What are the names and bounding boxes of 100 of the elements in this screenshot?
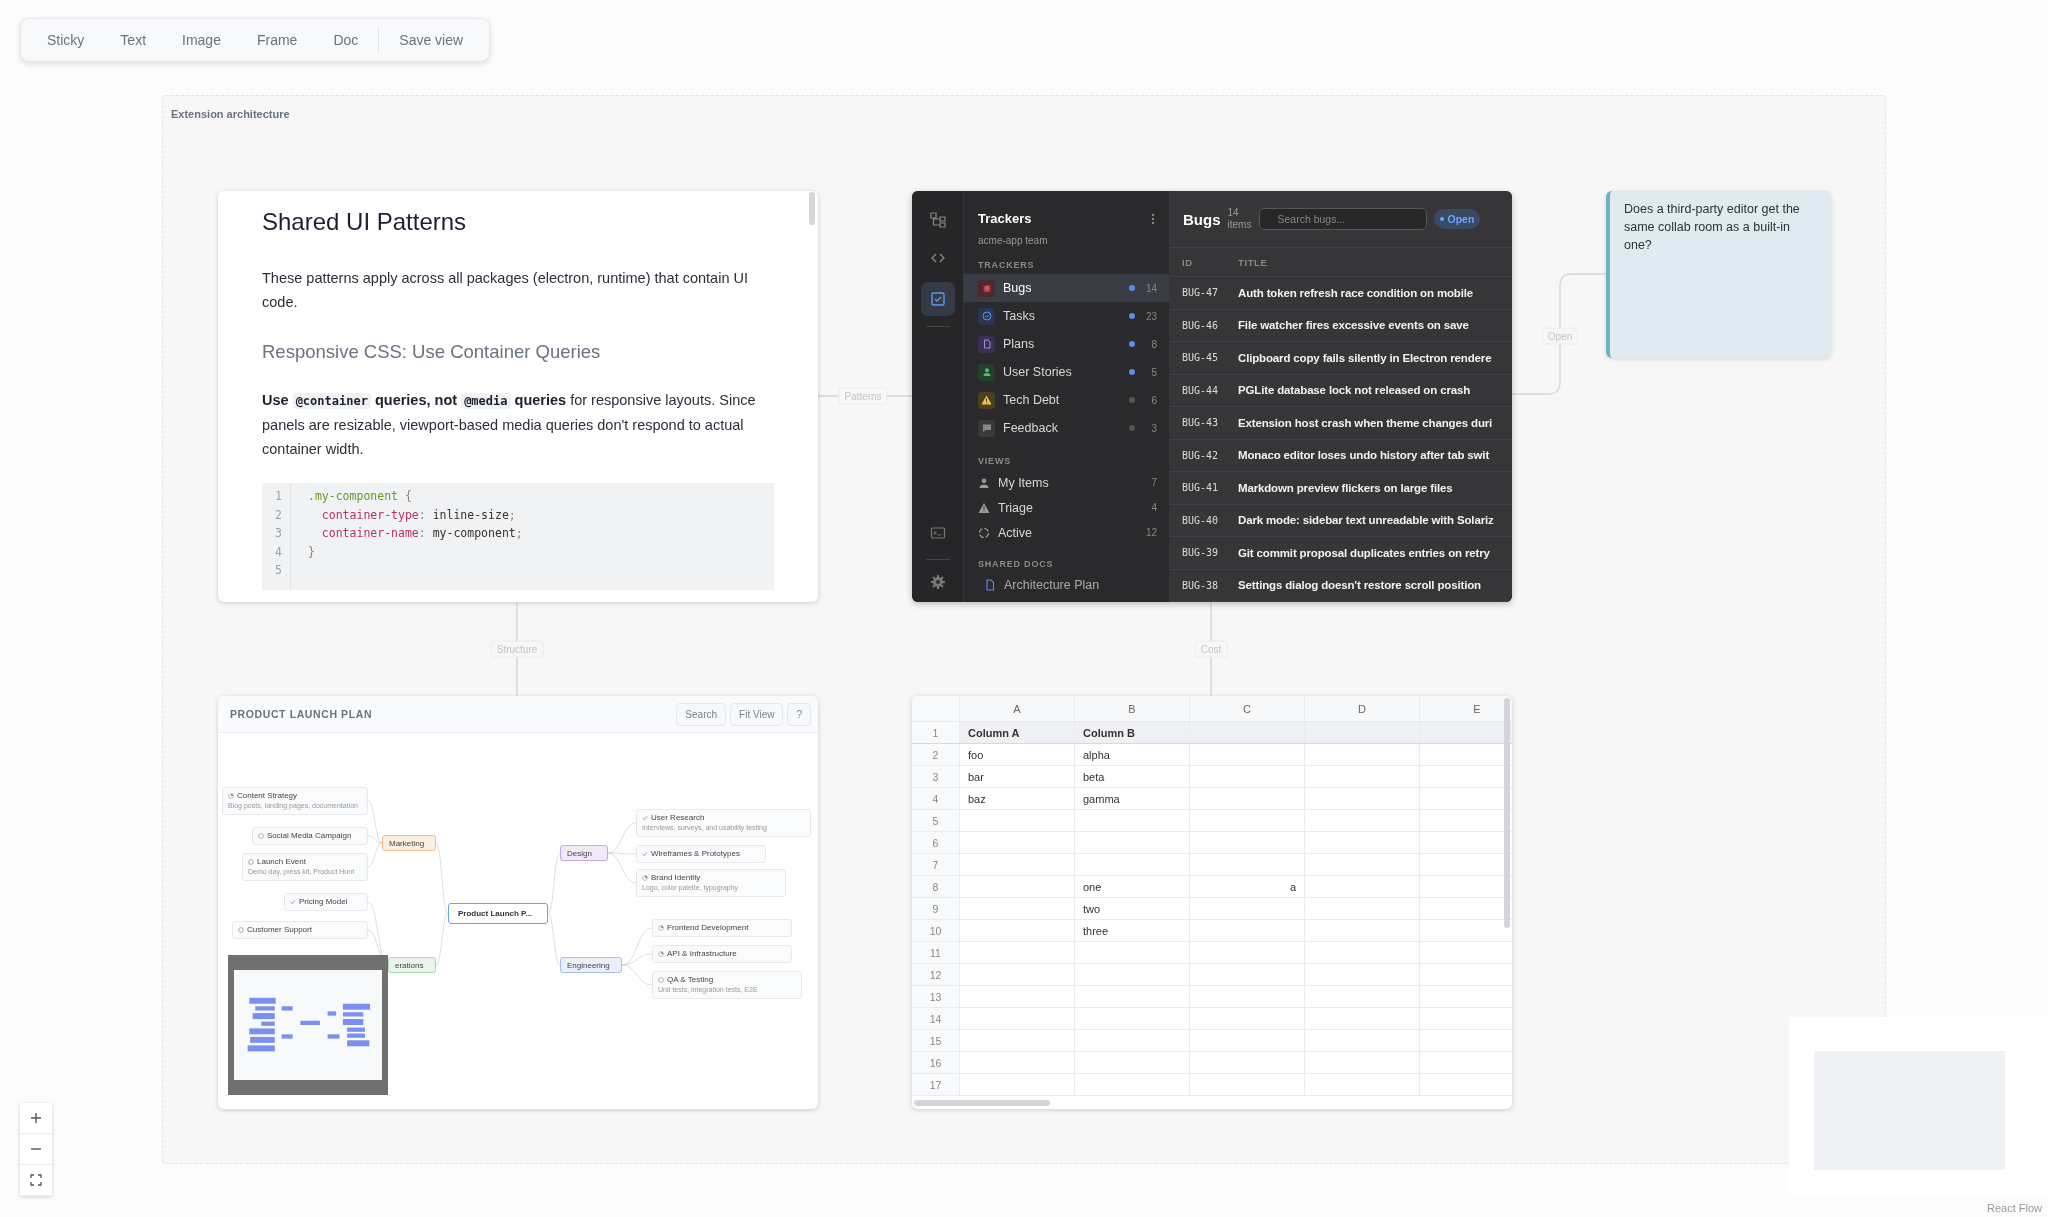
tool-button[interactable]: Frame [238, 24, 316, 56]
bug-title[interactable]: Settings dialog doesn't restore scroll position [1238, 579, 1481, 592]
person-icon [978, 476, 990, 489]
row-number[interactable]: 16 [929, 1056, 942, 1069]
scrollbar-thumb[interactable] [1504, 698, 1510, 928]
fit-view-button[interactable] [20, 1165, 52, 1196]
sidebar-item[interactable]: Plans 8 [964, 330, 1169, 358]
row-number[interactable]: 7 [932, 858, 939, 871]
bug-title[interactable]: Clipboard copy fails silently in Electron rendere [1238, 351, 1492, 364]
column-header[interactable]: E [1473, 702, 1481, 715]
tool-button[interactable]: Sticky [29, 24, 103, 56]
save-view-button[interactable]: Save view [381, 24, 482, 56]
table-cell[interactable]: beta [1083, 770, 1105, 783]
sidebar-item[interactable]: Tasks 23 [964, 302, 1169, 330]
table-cell[interactable]: gamma [1083, 792, 1120, 805]
sidebar-item[interactable]: Triage 4 [964, 495, 1169, 520]
section-heading: TRACKERS [977, 260, 1036, 270]
row-number[interactable]: 17 [929, 1078, 942, 1091]
bug-title[interactable]: PGLite database lock not released on crash [1238, 384, 1471, 397]
document-icon [984, 579, 996, 591]
sidebar-item[interactable]: User Stories 5 [964, 358, 1169, 386]
sticky-note[interactable]: Does a third-party editor get the same collab room as a built-in one? [1606, 191, 1831, 358]
table-cell[interactable]: Column A [968, 726, 1020, 739]
mindmap-node[interactable]: Frontend Development [652, 919, 792, 937]
table-cell[interactable]: alpha [1083, 748, 1110, 761]
bug-title[interactable]: Dark mode: sidebar text unreadable with Solariz [1238, 514, 1494, 527]
branch-node[interactable]: erations [388, 957, 436, 973]
column-header[interactable]: D [1358, 702, 1366, 715]
row-number[interactable]: 10 [929, 924, 942, 937]
row-number[interactable]: 11 [930, 946, 941, 959]
sidebar-item[interactable]: Tech Debt 6 [964, 386, 1169, 414]
empty-circle-icon [248, 859, 254, 865]
mindmap-node[interactable]: Customer Support [232, 921, 368, 939]
bug-title[interactable]: File watcher fires excessive events on save [1238, 319, 1469, 332]
bug-title[interactable]: Monaco editor loses undo history after tab swit [1238, 449, 1490, 462]
search-field[interactable]: Search bugs... [1258, 208, 1427, 230]
bug-title[interactable]: Auth token refresh race condition on mobile [1238, 286, 1474, 299]
row-number[interactable]: 14 [929, 1012, 942, 1025]
table-cell[interactable]: baz [968, 792, 986, 805]
bug-title[interactable]: Git commit proposal duplicates entries on retry [1238, 546, 1490, 559]
sidebar-item[interactable]: Active 12 [964, 520, 1169, 545]
row-number[interactable]: 5 [932, 814, 939, 827]
table-cell[interactable]: bar [968, 770, 984, 783]
root-node[interactable]: Product Launch P... [448, 903, 548, 924]
line-number: 3 [274, 525, 282, 542]
bug-title[interactable]: Extension host crash when theme changes duri [1238, 416, 1493, 429]
scrollbar-thumb[interactable] [809, 192, 815, 225]
table-cell[interactable]: a [1289, 880, 1296, 893]
partial-circle-icon [228, 793, 234, 799]
column-header[interactable]: A [1013, 702, 1021, 715]
table-cell[interactable]: three [1083, 924, 1109, 937]
minimap[interactable] [228, 955, 388, 1095]
bug-title[interactable]: Markdown preview flickers on large files [1238, 481, 1453, 494]
warning-icon [978, 501, 990, 514]
mindmap-node[interactable]: Social Media Campaign [252, 827, 368, 845]
row-number[interactable]: 12 [929, 968, 942, 981]
row-number[interactable]: 6 [932, 836, 939, 849]
row-number[interactable]: 9 [932, 902, 939, 915]
code-line: .my-component { [308, 488, 412, 505]
hierarchy-icon[interactable] [929, 212, 946, 228]
column-header[interactable]: C [1243, 702, 1251, 715]
zoom-in-button[interactable] [20, 1103, 52, 1134]
check-icon [642, 851, 648, 857]
mindmap-node[interactable]: Wireframes & Prototypes [636, 845, 766, 863]
checkbox-icon[interactable] [920, 282, 955, 316]
filter-chip[interactable]: Open [1433, 209, 1481, 229]
branch-node[interactable]: Marketing [382, 835, 436, 851]
more-icon[interactable] [1151, 212, 1155, 225]
row-number[interactable]: 4 [932, 792, 939, 805]
sidebar-item[interactable]: Feedback 3 [964, 414, 1169, 442]
table-cell[interactable]: one [1083, 880, 1102, 893]
scrollbar-thumb[interactable] [914, 1100, 1050, 1106]
warning-icon [978, 391, 995, 409]
sidebar-item[interactable]: My Items 7 [964, 470, 1169, 495]
toolbar-button[interactable]: Search [676, 702, 727, 726]
table-cell[interactable]: Column B [1083, 726, 1135, 739]
tool-button[interactable]: Image [164, 24, 239, 56]
row-number[interactable]: 2 [932, 748, 939, 761]
branch-node[interactable]: Engineering [560, 957, 622, 973]
toolbar-button[interactable]: ? [787, 702, 811, 726]
row-number[interactable]: 1 [932, 726, 939, 739]
tool-button[interactable]: Doc [315, 24, 377, 56]
sidebar-item[interactable]: Bugs 14 [964, 274, 1169, 302]
row-number[interactable]: 15 [929, 1034, 942, 1047]
row-number[interactable]: 13 [929, 990, 942, 1003]
table-cell[interactable]: two [1083, 902, 1101, 915]
line-number: 2 [274, 506, 282, 524]
branch-node[interactable]: Design [560, 845, 608, 861]
column-header[interactable]: B [1128, 702, 1136, 715]
table-cell[interactable]: foo [968, 748, 984, 761]
mindmap-node[interactable]: Pricing Model [284, 893, 368, 911]
sidebar-item[interactable]: Architecture Plan [964, 573, 1169, 597]
toolbar-button[interactable]: Fit View [730, 702, 784, 726]
terminal-icon[interactable] [929, 525, 946, 541]
tool-button[interactable]: Text [102, 24, 165, 56]
settings-icon[interactable] [929, 574, 946, 590]
row-number[interactable]: 8 [932, 880, 939, 893]
node-label: Pricing Model [299, 897, 348, 907]
mindmap-node[interactable]: API & Infrastructure [652, 945, 792, 963]
row-number[interactable]: 3 [932, 770, 939, 783]
